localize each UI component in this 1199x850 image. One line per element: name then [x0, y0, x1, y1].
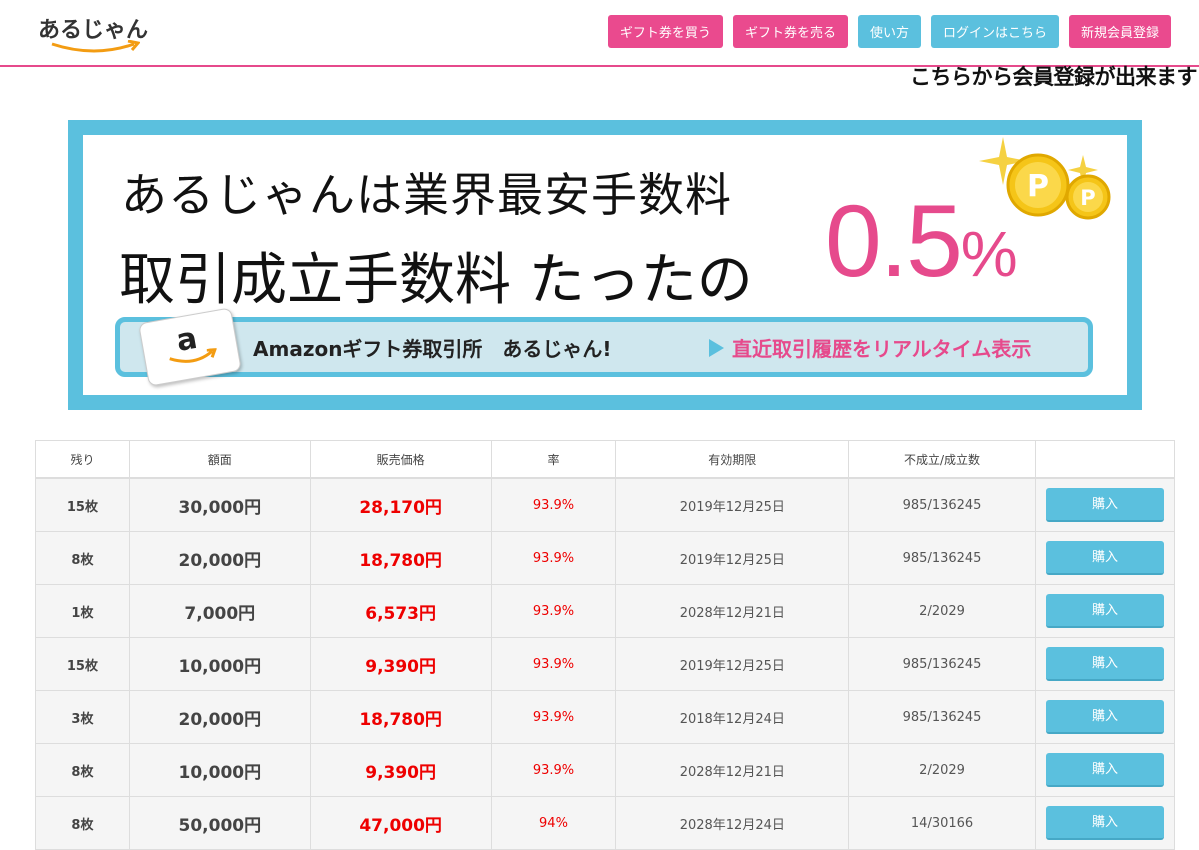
- signup-button[interactable]: 新規会員登録: [1068, 15, 1171, 48]
- banner-headline: あるじゃんは業界最安手数料: [121, 168, 732, 222]
- cell-fail-success: 985/136245: [848, 531, 1036, 585]
- buy-button[interactable]: 購入: [1045, 647, 1164, 681]
- cell-remaining: 8枚: [35, 796, 130, 850]
- cell-action: 購入: [1034, 796, 1176, 850]
- amazon-smile-icon: [169, 348, 218, 363]
- cell-fail-success: 985/136245: [848, 637, 1036, 691]
- cell-expiry: 2019年12月25日: [615, 531, 850, 585]
- cell-remaining: 3枚: [35, 690, 130, 744]
- top-nav: ギフト券を買う ギフト券を売る 使い方 ログインはこちら 新規会員登録: [607, 15, 1171, 48]
- cell-sale-price: 18,780円: [309, 690, 492, 744]
- sell-gift-button[interactable]: ギフト券を売る: [732, 15, 848, 48]
- cell-action: 購入: [1034, 690, 1176, 744]
- coin-letter-small: P: [1080, 186, 1095, 210]
- cell-face-value: 10,000円: [128, 637, 311, 691]
- signup-note: こちらから会員登録が出来ます: [910, 65, 1198, 89]
- cell-rate: 93.9%: [490, 531, 617, 585]
- table-row: 8枚 50,000円 47,000円 94% 2028年12月24日 14/30…: [35, 796, 1176, 850]
- cell-rate: 93.9%: [490, 477, 617, 532]
- cell-expiry: 2019年12月25日: [615, 477, 850, 532]
- cell-rate: 93.9%: [490, 690, 617, 744]
- banner-inner: あるじゃんは業界最安手数料 取引成立手数料 たったの 0.5% P P a Am…: [83, 135, 1127, 395]
- header-action: [1034, 440, 1176, 479]
- cell-face-value: 10,000円: [128, 743, 311, 797]
- realtime-history-link[interactable]: 直近取引履歴をリアルタイム表示: [709, 333, 1031, 362]
- cell-sale-price: 6,573円: [309, 584, 492, 638]
- cell-remaining: 8枚: [35, 743, 130, 797]
- table-row: 3枚 20,000円 18,780円 93.9% 2018年12月24日 985…: [35, 690, 1176, 744]
- site-logo[interactable]: あるじゃん: [38, 12, 148, 53]
- cell-expiry: 2028年12月21日: [615, 584, 850, 638]
- header-rate: 率: [490, 440, 617, 479]
- cell-face-value: 20,000円: [128, 690, 311, 744]
- cell-sale-price: 9,390円: [309, 637, 492, 691]
- cell-action: 購入: [1034, 584, 1176, 638]
- cell-rate: 94%: [490, 796, 617, 850]
- cell-fail-success: 2/2029: [848, 584, 1036, 638]
- cell-face-value: 50,000円: [128, 796, 311, 850]
- banner-bar-text: Amazonギフト券取引所 あるじゃん!: [253, 337, 612, 361]
- cell-sale-price: 28,170円: [309, 477, 492, 532]
- cell-rate: 93.9%: [490, 743, 617, 797]
- cell-rate: 93.9%: [490, 584, 617, 638]
- table-row: 8枚 20,000円 18,780円 93.9% 2019年12月25日 985…: [35, 531, 1176, 585]
- cell-rate: 93.9%: [490, 637, 617, 691]
- cell-expiry: 2028年12月24日: [615, 796, 850, 850]
- coin-letter: P: [1027, 169, 1049, 204]
- buy-button[interactable]: 購入: [1045, 753, 1164, 787]
- banner-subheadline: 取引成立手数料 たったの: [119, 248, 753, 313]
- cell-action: 購入: [1034, 531, 1176, 585]
- table-row: 1枚 7,000円 6,573円 93.9% 2028年12月21日 2/202…: [35, 584, 1176, 638]
- how-to-button[interactable]: 使い方: [857, 15, 921, 48]
- cell-expiry: 2028年12月21日: [615, 743, 850, 797]
- banner-rate-value: 0.5: [825, 184, 963, 298]
- table-header-row: 残り 額面 販売価格 率 有効期限 不成立/成立数: [35, 440, 1176, 479]
- logo-smile-icon: [51, 40, 140, 53]
- buy-button[interactable]: 購入: [1045, 700, 1164, 734]
- cell-action: 購入: [1034, 637, 1176, 691]
- buy-button[interactable]: 購入: [1045, 806, 1164, 840]
- buy-gift-button[interactable]: ギフト券を買う: [607, 15, 723, 48]
- cell-fail-success: 2/2029: [848, 743, 1036, 797]
- cell-face-value: 30,000円: [128, 477, 311, 532]
- coins-icon: P P: [979, 137, 1111, 220]
- gift-listing-table: 残り 額面 販売価格 率 有効期限 不成立/成立数 15枚 30,000円 28…: [35, 440, 1176, 850]
- table-row: 8枚 10,000円 9,390円 93.9% 2028年12月21日 2/20…: [35, 743, 1176, 797]
- login-button[interactable]: ログインはこちら: [930, 15, 1059, 48]
- cell-fail-success: 14/30166: [848, 796, 1036, 850]
- cell-fail-success: 985/136245: [848, 690, 1036, 744]
- cell-face-value: 7,000円: [128, 584, 311, 638]
- cell-remaining: 15枚: [35, 637, 130, 691]
- cell-sale-price: 9,390円: [309, 743, 492, 797]
- table-row: 15枚 30,000円 28,170円 93.9% 2019年12月25日 98…: [35, 477, 1176, 532]
- cell-remaining: 15枚: [35, 477, 130, 532]
- cell-sale-price: 18,780円: [309, 531, 492, 585]
- cell-action: 購入: [1034, 743, 1176, 797]
- cell-action: 購入: [1034, 477, 1176, 532]
- header-expiry: 有効期限: [615, 440, 850, 479]
- realtime-history-label: 直近取引履歴をリアルタイム表示: [732, 337, 1032, 361]
- buy-button[interactable]: 購入: [1045, 594, 1164, 628]
- buy-button[interactable]: 購入: [1045, 541, 1164, 575]
- cell-remaining: 1枚: [35, 584, 130, 638]
- header-remaining: 残り: [35, 440, 130, 479]
- cell-expiry: 2018年12月24日: [615, 690, 850, 744]
- header-face-value: 額面: [128, 440, 311, 479]
- cell-expiry: 2019年12月25日: [615, 637, 850, 691]
- cell-remaining: 8枚: [35, 531, 130, 585]
- buy-button[interactable]: 購入: [1045, 488, 1164, 522]
- table-row: 15枚 10,000円 9,390円 93.9% 2019年12月25日 985…: [35, 637, 1176, 691]
- play-triangle-icon: [709, 338, 724, 357]
- cell-face-value: 20,000円: [128, 531, 311, 585]
- header-sale-price: 販売価格: [309, 440, 492, 479]
- promo-banner[interactable]: あるじゃんは業界最安手数料 取引成立手数料 たったの 0.5% P P a Am…: [68, 120, 1142, 410]
- cell-fail-success: 985/136245: [848, 477, 1036, 532]
- header-fail-success: 不成立/成立数: [848, 440, 1036, 479]
- cell-sale-price: 47,000円: [309, 796, 492, 850]
- site-header: あるじゃん ギフト券を買う ギフト券を売る 使い方 ログインはこちら 新規会員登…: [0, 0, 1199, 67]
